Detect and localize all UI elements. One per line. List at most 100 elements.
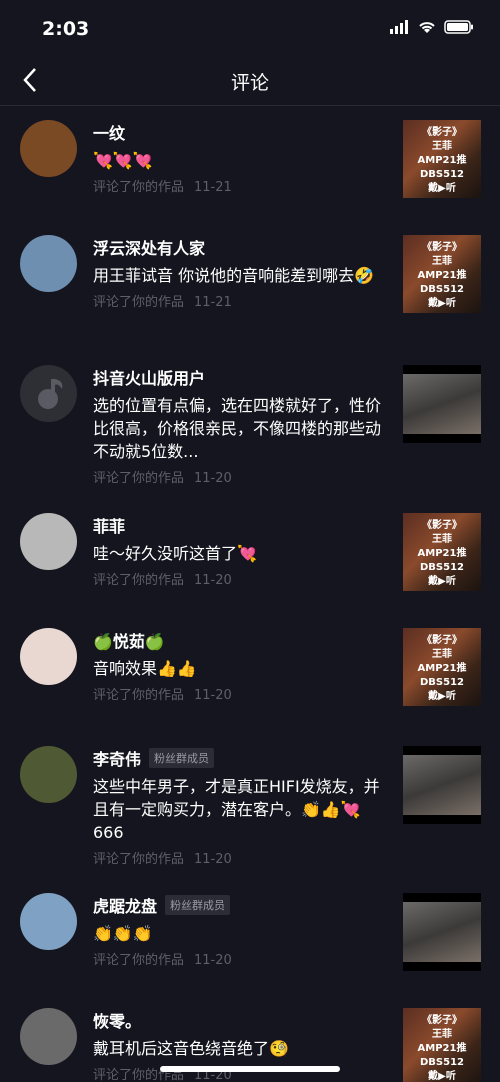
- thumbnail-caption: 戴▶听: [428, 298, 456, 309]
- comment-content: 一纹 💘💘💘 评论了你的作品 11-21: [93, 121, 383, 195]
- thumbnail-caption: 戴▶听: [428, 183, 456, 194]
- thumbnail-caption: 《影子》: [422, 1015, 462, 1026]
- username[interactable]: 🍏悦茹🍏: [93, 628, 165, 652]
- comment-action: 评论了你的作品: [93, 295, 185, 310]
- thumbnail-scene: [403, 374, 481, 434]
- comment-date: 11-20: [194, 852, 232, 867]
- status-time: 2:03: [42, 18, 90, 40]
- comment-action: 评论了你的作品: [93, 180, 185, 195]
- thumbnail-caption: 王菲: [432, 141, 452, 152]
- comment-text: 用王菲试音 你说他的音响能差到哪去🤣: [93, 266, 375, 285]
- thumbnail-caption: 王菲: [432, 256, 452, 267]
- username[interactable]: 抖音火山版用户: [93, 365, 205, 389]
- home-indicator: [160, 1066, 340, 1072]
- comment-date: 11-21: [194, 295, 232, 310]
- avatar[interactable]: [20, 1008, 77, 1065]
- comment-content: 李奇伟 粉丝群成员这些中年男子，才是真正HIFI发烧友，并且有一定购买力，潜在客户…: [93, 747, 383, 867]
- video-thumbnail[interactable]: 《影子》王菲 AMP21推 DBS512 戴▶听: [403, 1008, 481, 1082]
- comment-date: 11-20: [194, 688, 232, 703]
- video-thumbnail[interactable]: 《影子》 王菲 AMP21推 DBS512 戴▶听: [403, 628, 481, 706]
- comment-text: 戴耳机后这音色绕音绝了🧐: [93, 1039, 289, 1058]
- comment-meta: 评论了你的作品 11-20: [93, 569, 383, 588]
- comment-content: 抖音火山版用户选的位置有点偏，选在四楼就好了，性价比很高，价格很亲民，不像四楼的…: [93, 366, 383, 486]
- comment-date: 11-20: [194, 953, 232, 968]
- name-row: 一纹: [93, 121, 383, 143]
- name-row: 抖音火山版用户: [93, 366, 383, 388]
- comment-meta: 评论了你的作品 11-20: [93, 949, 383, 968]
- thumbnail-caption: AMP21推: [417, 155, 467, 166]
- username[interactable]: 李奇伟: [93, 746, 141, 770]
- comment-content: 浮云深处有人家用王菲试音 你说他的音响能差到哪去🤣 评论了你的作品 11-21: [93, 236, 383, 310]
- thumbnail-scene: [403, 902, 481, 962]
- name-row: 李奇伟 粉丝群成员: [93, 747, 383, 769]
- thumbnail-caption: 《影子》: [422, 127, 462, 138]
- page-title: 评论: [230, 72, 269, 94]
- comment-meta: 评论了你的作品 11-20: [93, 684, 383, 703]
- video-thumbnail[interactable]: [403, 746, 481, 824]
- thumbnail-caption: DBS512: [420, 677, 464, 688]
- thumbnail-caption: DBS512: [420, 169, 464, 180]
- status-bar: 2:03: [0, 0, 500, 56]
- name-row: 浮云深处有人家: [93, 236, 383, 258]
- comment-text: 哇～好久没听这首了💘: [93, 544, 257, 563]
- avatar[interactable]: [20, 513, 77, 570]
- avatar[interactable]: [20, 365, 77, 422]
- fan-badge: 粉丝群成员: [165, 895, 231, 915]
- thumbnail-caption: 《影子》: [422, 520, 462, 531]
- name-row: 恢零。: [93, 1009, 383, 1031]
- name-row: 🍏悦茹🍏: [93, 629, 383, 651]
- username[interactable]: 一纹: [93, 120, 125, 144]
- avatar[interactable]: [20, 893, 77, 950]
- nav-header: 评论: [0, 56, 500, 106]
- comment-action: 评论了你的作品: [93, 953, 185, 968]
- status-icons: [390, 20, 474, 34]
- thumbnail-caption: DBS512: [420, 284, 464, 295]
- comment-text: 这些中年男子，才是真正HIFI发烧友，并且有一定购买力，潜在客户。👏👍💘666: [93, 777, 380, 842]
- comment-meta: 评论了你的作品 11-21: [93, 176, 383, 195]
- comment-date: 11-20: [194, 471, 232, 486]
- comment-meta: 评论了你的作品 11-21: [93, 291, 383, 310]
- thumbnail-caption: DBS512: [420, 562, 464, 573]
- comment-meta: 评论了你的作品 11-20: [93, 467, 383, 486]
- video-thumbnail[interactable]: [403, 365, 481, 443]
- username[interactable]: 菲菲: [93, 513, 125, 537]
- wifi-icon: [419, 22, 435, 33]
- thumbnail-caption: 戴▶听: [428, 1071, 456, 1082]
- thumbnail-caption: AMP21推: [417, 1043, 467, 1054]
- avatar[interactable]: [20, 746, 77, 803]
- thumbnail-caption: 戴▶听: [428, 691, 456, 702]
- comment-content: 🍏悦茹🍏 音响效果👍👍 评论了你的作品 11-20: [93, 629, 383, 703]
- username[interactable]: 恢零。: [93, 1008, 141, 1032]
- comment-action: 评论了你的作品: [93, 471, 185, 486]
- avatar[interactable]: [20, 120, 77, 177]
- comment-action: 评论了你的作品: [93, 573, 185, 588]
- comment-action: 评论了你的作品: [93, 688, 185, 703]
- video-thumbnail[interactable]: [403, 893, 481, 971]
- comment-meta: 评论了你的作品 11-20: [93, 848, 383, 867]
- avatar[interactable]: [20, 235, 77, 292]
- username[interactable]: 浮云深处有人家: [93, 235, 205, 259]
- thumbnail-caption: 王菲: [432, 1029, 452, 1040]
- thumbnail-caption: AMP21推: [417, 270, 467, 281]
- avatar[interactable]: [20, 628, 77, 685]
- comment-text: 👏👏👏: [93, 924, 153, 943]
- fan-badge: 粉丝群成员: [149, 748, 215, 768]
- name-row: 虎踞龙盘 粉丝群成员: [93, 894, 383, 916]
- comment-content: 菲菲哇～好久没听这首了💘 评论了你的作品 11-20: [93, 514, 383, 588]
- comment-text: 💘💘💘: [93, 151, 153, 170]
- thumbnail-caption: 戴▶听: [428, 576, 456, 587]
- signal-icon: [390, 20, 408, 34]
- name-row: 菲菲: [93, 514, 383, 536]
- thumbnail-caption: 王菲: [432, 649, 452, 660]
- thumbnail-caption: 王菲: [432, 534, 452, 545]
- video-thumbnail[interactable]: 《影子》 王菲 AMP21推 DBS512 戴▶听: [403, 513, 481, 591]
- thumbnail-scene: [403, 755, 481, 815]
- video-thumbnail[interactable]: 《影子》王菲 AMP21推 DBS512 戴▶听: [403, 120, 481, 198]
- thumbnail-caption: AMP21推: [417, 663, 467, 674]
- thumbnail-caption: 《影子》: [422, 242, 462, 253]
- username[interactable]: 虎踞龙盘: [93, 893, 157, 917]
- comment-action: 评论了你的作品: [93, 852, 185, 867]
- thumbnail-caption: DBS512: [420, 1057, 464, 1068]
- video-thumbnail[interactable]: 《影子》王菲 AMP21推 DBS512 戴▶听: [403, 235, 481, 313]
- comment-text: 选的位置有点偏，选在四楼就好了，性价比很高，价格很亲民，不像四楼的那些动不动就5…: [93, 396, 382, 461]
